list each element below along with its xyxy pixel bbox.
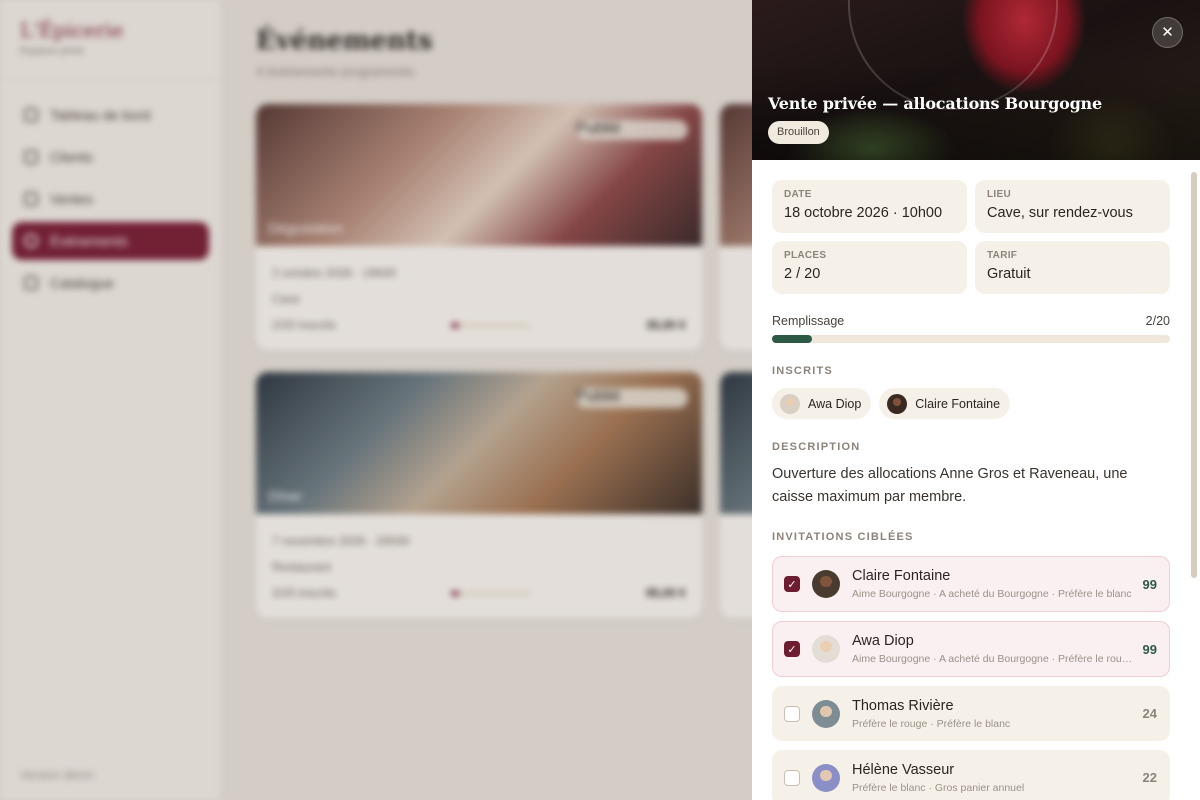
info-date-value: 18 octobre 2026 · 10h00 [784,205,943,221]
info-tarif-value: Gratuit [987,266,1031,282]
invitation-tags: Préfère le blanc · Gros panier annuel [852,781,1025,794]
invitations-list: ✓ Claire Fontaine Aime Bourgogne · A achet… [772,556,1170,800]
invitation-name: Hélène Vasseur [852,761,955,778]
invitation-checkbox[interactable] [784,705,800,722]
inscrit-name: Claire Fontaine [915,396,1001,411]
drawer-content: DATE 18 octobre 2026 · 10h00 LIEU Cave, … [772,180,1170,800]
invitation-score: 22 [1142,770,1157,785]
remplissage-label: Remplissage [772,314,845,328]
avatar [780,393,800,414]
invitation-text: Claire Fontaine Aime Bourgogne · A acheté… [852,568,1133,600]
remplissage-value: 2/20 [1145,314,1170,328]
invitation-text: Thomas Rivière Préfère le rouge · Préfère… [852,698,1133,730]
invitation-row[interactable]: ✓ Awa Diop Aime Bourgogne · A acheté du Bo… [772,621,1170,677]
event-info-grid: DATE 18 octobre 2026 · 10h00 LIEU Cave, … [772,180,1170,294]
invitation-name: Thomas Rivière [852,697,954,714]
inscrit-name: Awa Diop [808,396,862,411]
remplissage-header: Remplissage 2/20 [772,314,1170,328]
invitation-name: Claire Fontaine [852,568,951,584]
drawer-scrollbar[interactable] [1191,172,1197,578]
invitation-score: 99 [1142,641,1157,657]
info-places-value: 2 / 20 [784,266,821,282]
check-icon: ✓ [787,643,797,656]
remplissage-progress-bar [772,335,1170,343]
info-places: PLACES 2 / 20 [772,241,967,294]
info-lieu-value: Cave, sur rendez-vous [987,205,1133,221]
description-heading: DESCRIPTION [772,441,861,453]
info-tarif-label: TARIF [987,250,1018,261]
event-title: Vente privée — allocations Bourgogne [768,94,1102,113]
info-date-label: DATE [784,189,812,200]
avatar [812,699,840,728]
inscrit-chip[interactable]: Awa Diop [772,388,872,419]
invitation-tags: Aime Bourgogne · A acheté du Bourgogne ·… [852,588,1132,600]
info-lieu: LIEU Cave, sur rendez-vous [975,180,1170,233]
invitation-text: Awa Diop Aime Bourgogne · A acheté du Bou… [852,633,1133,665]
invitation-checkbox[interactable] [784,769,800,786]
inscrits-heading: INSCRITS [772,365,833,377]
check-icon: ✓ [787,578,797,591]
avatar [812,635,840,663]
event-hero-image: Vente privée — allocations Bourgogne Bro… [752,0,1200,160]
remplissage-progress-fill [772,335,812,343]
invitation-tags: Aime Bourgogne · A acheté du Bourgogne ·… [852,653,1133,665]
invitation-score: 24 [1142,706,1157,721]
info-date: DATE 18 octobre 2026 · 10h00 [772,180,967,233]
close-button[interactable]: ✕ [1152,17,1183,48]
invitation-name: Awa Diop [852,633,914,649]
close-icon: ✕ [1161,24,1174,41]
info-lieu-label: LIEU [987,189,1011,200]
inscrits-list: Awa Diop Claire Fontaine [772,388,1170,419]
status-badge: Brouillon [768,121,829,144]
info-tarif: TARIF Gratuit [975,241,1170,294]
event-detail-drawer: Vente privée — allocations Bourgogne Bro… [752,0,1200,800]
invitation-checkbox[interactable]: ✓ [784,641,800,657]
invitation-checkbox[interactable]: ✓ [784,576,800,592]
inscrit-chip[interactable]: Claire Fontaine [879,388,1011,419]
avatar [887,393,908,414]
invitation-text: Hélène Vasseur Préfère le blanc · Gros pa… [852,762,1133,794]
info-places-label: PLACES [784,250,827,261]
invitation-row[interactable]: Thomas Rivière Préfère le rouge · Préfère… [772,686,1170,741]
description-text: Ouverture des allocations Anne Gros et R… [772,466,1128,505]
invitation-row[interactable]: Hélène Vasseur Préfère le blanc · Gros pa… [772,750,1170,800]
avatar [812,570,840,598]
invitation-tags: Préfère le rouge · Préfère le blanc [852,717,1011,730]
invitation-score: 99 [1142,576,1157,592]
avatar [812,763,840,792]
invitations-heading: INVITATIONS CIBLÉES [772,531,914,543]
invitation-row[interactable]: ✓ Claire Fontaine Aime Bourgogne · A achet… [772,556,1170,612]
